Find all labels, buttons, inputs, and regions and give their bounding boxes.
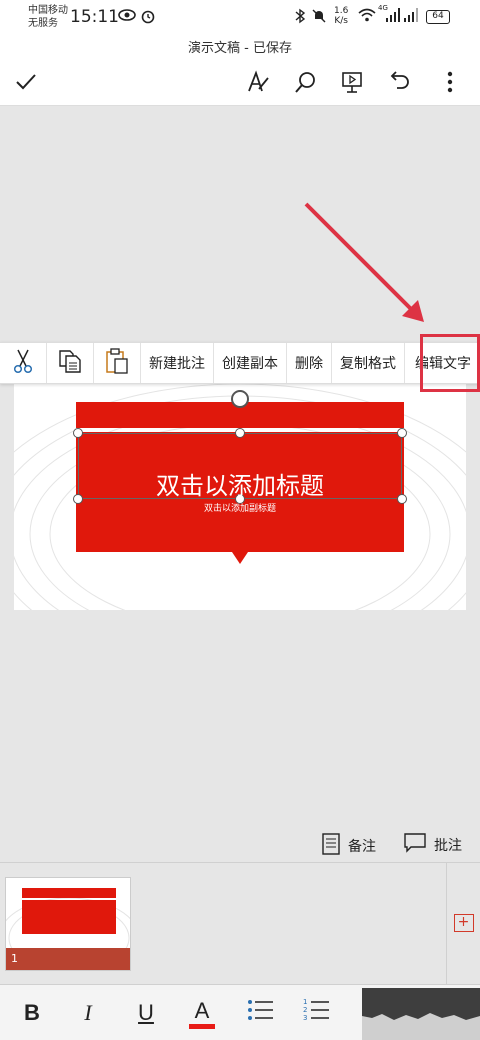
net-speed-unit: K/s	[334, 16, 348, 26]
annotation-arrow	[304, 202, 424, 322]
eye-icon	[118, 8, 136, 26]
notes-button[interactable]: 备注	[322, 833, 376, 859]
cut-button[interactable]	[0, 343, 47, 383]
numbered-list-icon: 123	[302, 997, 330, 1029]
checkmark-icon[interactable]	[12, 68, 40, 96]
menu-delete[interactable]: 删除	[287, 343, 332, 383]
comments-label: 批注	[434, 838, 462, 854]
more-vertical-icon[interactable]	[436, 68, 464, 96]
svg-text:1: 1	[303, 998, 307, 1006]
numbered-list-button[interactable]: 123	[300, 997, 332, 1029]
net-speed: 1.6 K/s	[334, 6, 348, 26]
comments-button[interactable]: 批注	[404, 833, 462, 857]
alarm-icon	[140, 8, 156, 28]
document-title: 演示文稿 - 已保存	[188, 41, 292, 56]
present-icon[interactable]	[338, 68, 366, 96]
slide-editor[interactable]: 双击以添加标题 双击以添加副标题	[14, 384, 466, 610]
paste-button[interactable]	[94, 343, 141, 383]
scissors-icon	[12, 348, 34, 378]
bold-button[interactable]: B	[16, 997, 48, 1029]
search-icon[interactable]	[292, 68, 320, 96]
bottom-preview-image	[362, 988, 480, 1040]
app-title-bar: 演示文稿 - 已保存	[0, 34, 480, 106]
pen-draw-icon[interactable]	[244, 68, 272, 96]
comment-icon	[404, 833, 426, 857]
wifi-icon	[358, 8, 376, 26]
status-bar: 中国移动 无服务 15:11 1.6 K/s 4G 64	[0, 0, 480, 34]
rotate-handle[interactable]	[231, 390, 249, 408]
notes-icon	[322, 833, 340, 859]
mute-bell-icon	[311, 8, 327, 28]
thumbnail-number: 1	[6, 948, 130, 970]
underline-button[interactable]: U	[130, 997, 162, 1029]
svg-text:2: 2	[303, 1006, 307, 1014]
add-slide-button[interactable]: +	[446, 862, 480, 984]
carrier-service: 无服务	[28, 18, 58, 29]
font-color-swatch	[189, 1023, 215, 1029]
carrier-info: 中国移动 无服务	[28, 4, 68, 30]
menu-duplicate[interactable]: 创建副本	[214, 343, 287, 383]
thumbnail-red-shape	[22, 900, 116, 934]
signal-icon	[386, 8, 400, 26]
copy-button[interactable]	[47, 343, 94, 383]
paste-icon	[104, 347, 130, 379]
slide-title-placeholder[interactable]: 双击以添加标题	[76, 466, 404, 501]
undo-icon[interactable]	[386, 68, 414, 96]
net-speed-value: 1.6	[334, 6, 349, 16]
resize-handle-top-left[interactable]	[73, 428, 83, 438]
font-color-button[interactable]: A	[186, 997, 218, 1029]
resize-handle-top[interactable]	[235, 428, 245, 438]
slide-thumbnail-strip: 1	[0, 862, 480, 984]
bluetooth-icon	[294, 8, 306, 28]
menu-copy-format[interactable]: 复制格式	[332, 343, 405, 383]
slide-subtitle-placeholder[interactable]: 双击以添加副标题	[76, 501, 404, 514]
signal-2-icon	[404, 8, 418, 26]
annotation-highlight-box	[420, 334, 480, 392]
slide-red-pointer	[232, 552, 248, 564]
add-slide-plus-icon: +	[453, 914, 474, 932]
font-color-letter: A	[194, 997, 210, 1023]
copy-icon	[57, 348, 83, 378]
thumbnail-red-band	[22, 888, 116, 898]
italic-button[interactable]: I	[72, 997, 104, 1029]
bullet-list-icon	[246, 998, 274, 1028]
menu-new-comment[interactable]: 新建批注	[141, 343, 214, 383]
notes-label: 备注	[348, 839, 376, 855]
context-menu: 新建批注 创建副本 删除 复制格式 编辑文字	[0, 342, 480, 384]
carrier-name: 中国移动	[28, 5, 68, 16]
battery-indicator: 64	[426, 10, 450, 24]
bullet-list-button[interactable]	[244, 997, 276, 1029]
status-clock: 15:11	[70, 7, 119, 27]
svg-text:3: 3	[303, 1014, 307, 1022]
resize-handle-top-right[interactable]	[397, 428, 407, 438]
slide-thumbnail[interactable]: 1	[5, 877, 131, 971]
